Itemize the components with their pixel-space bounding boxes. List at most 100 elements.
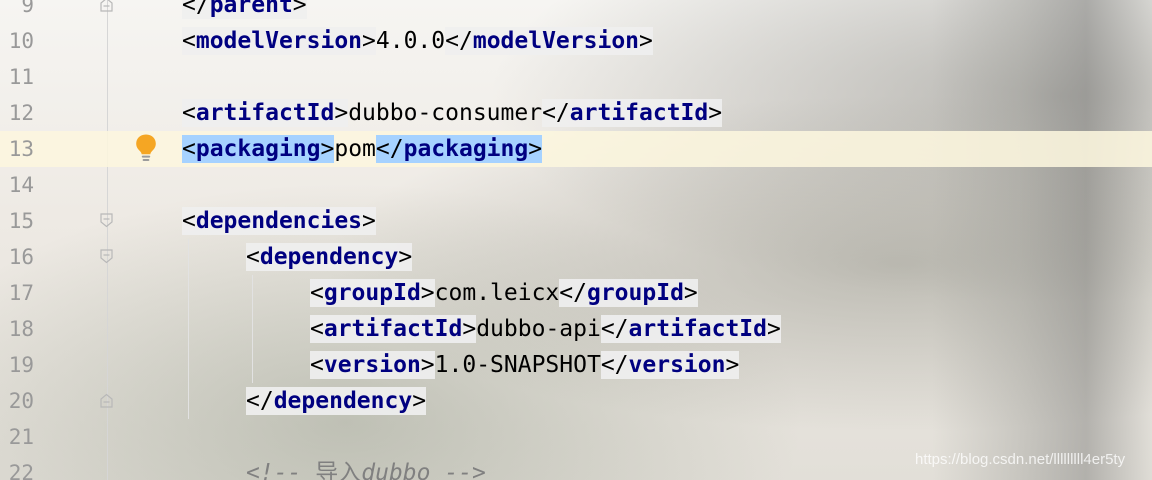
code-bracket: > xyxy=(362,27,376,55)
code-line[interactable]: 12 <artifactId>dubbo-consumer</artifactI… xyxy=(0,95,1152,131)
code-comment: <!-- 导入dubbo --> xyxy=(246,455,486,480)
code-bracket: > xyxy=(398,243,413,271)
code-bracket: < xyxy=(310,315,324,343)
code-bracket: > xyxy=(767,315,781,343)
xml-tag-name: version xyxy=(628,351,726,379)
indent-guide xyxy=(252,275,253,383)
code-line[interactable]: 18 <artifactId>dubbo-api</artifactId> xyxy=(0,311,1152,347)
code-bracket: > xyxy=(320,135,335,163)
code-bracket: > xyxy=(412,387,427,415)
xml-value: dubbo-consumer xyxy=(348,100,543,126)
line-number: 21 xyxy=(8,425,34,449)
code-bracket: > xyxy=(420,351,435,379)
code-bracket: </ xyxy=(445,27,473,55)
code-line[interactable]: 20 </dependency> xyxy=(0,383,1152,419)
comment-word: dubbo xyxy=(361,460,431,480)
xml-tag-name: artifactId xyxy=(569,99,709,127)
xml-value: 4.0.0 xyxy=(375,28,446,54)
fold-marker-icon[interactable] xyxy=(99,213,114,228)
line-number: 13 xyxy=(8,137,34,161)
comment-cjk-text: 导入 xyxy=(315,460,362,480)
comment-close: --> xyxy=(430,460,486,480)
code-bracket: < xyxy=(310,279,324,307)
xml-value: pom xyxy=(334,136,376,162)
code-bracket: > xyxy=(683,279,698,307)
line-number: 20 xyxy=(8,389,34,413)
code-text: <artifactId>dubbo-consumer</artifactId> xyxy=(182,95,723,131)
xml-tag-name: groupId xyxy=(586,279,684,307)
xml-tag-name: dependencies xyxy=(195,207,363,235)
code-bracket: > xyxy=(708,99,723,127)
fold-marker-icon[interactable] xyxy=(99,393,114,408)
line-number: 17 xyxy=(8,281,34,305)
code-text: <packaging>pom</packaging> xyxy=(182,131,543,167)
code-editor[interactable]: 9 </parent> 10 <modelVersion>4.0.0</mode… xyxy=(0,0,1152,480)
code-bracket: </ xyxy=(375,135,404,163)
code-bracket: > xyxy=(362,207,376,235)
code-line[interactable]: 19 <version>1.0-SNAPSHOT</version> xyxy=(0,347,1152,383)
fold-marker-icon[interactable] xyxy=(99,0,114,12)
code-bracket: > xyxy=(292,0,307,19)
code-text: <dependency> xyxy=(246,239,413,275)
xml-value: com.leicx xyxy=(434,280,560,306)
code-bracket: < xyxy=(182,135,196,163)
code-bracket: > xyxy=(639,27,653,55)
xml-tag-name: artifactId xyxy=(323,315,463,343)
code-text: </dependency> xyxy=(246,383,427,419)
line-number: 19 xyxy=(8,353,34,377)
code-text: <groupId>com.leicx</groupId> xyxy=(310,275,698,311)
code-bracket: </ xyxy=(559,279,587,307)
xml-tag-name: dependency xyxy=(259,243,399,271)
line-number: 14 xyxy=(8,173,34,197)
code-line[interactable]: 10 <modelVersion>4.0.0</modelVersion> xyxy=(0,23,1152,59)
code-line[interactable]: 15 <dependencies> xyxy=(0,203,1152,239)
line-number: 15 xyxy=(8,209,34,233)
line-number: 9 xyxy=(21,0,34,17)
comment-open: <!-- xyxy=(246,460,316,480)
xml-tag-name: artifactId xyxy=(195,99,335,127)
xml-tag-name: modelVersion xyxy=(472,27,640,55)
code-bracket: < xyxy=(182,27,196,55)
code-bracket: > xyxy=(334,99,349,127)
fold-marker-icon[interactable] xyxy=(99,249,114,264)
code-bracket: < xyxy=(246,243,260,271)
code-bracket: < xyxy=(182,99,196,127)
xml-tag-name: dependency xyxy=(273,387,413,415)
xml-tag-name: version xyxy=(323,351,421,379)
line-number: 10 xyxy=(8,29,34,53)
code-text: <modelVersion>4.0.0</modelVersion> xyxy=(182,23,653,59)
code-line[interactable]: 14 xyxy=(0,167,1152,203)
line-number: 16 xyxy=(8,245,34,269)
code-line[interactable]: 9 </parent> xyxy=(0,0,1152,23)
code-bracket: </ xyxy=(542,99,570,127)
xml-tag-name: groupId xyxy=(323,279,421,307)
xml-value: 1.0-SNAPSHOT xyxy=(434,352,601,378)
xml-tag-name: parent xyxy=(209,0,293,19)
code-line[interactable]: 16 <dependency> xyxy=(0,239,1152,275)
line-number: 12 xyxy=(8,101,34,125)
code-text: </parent> xyxy=(182,0,307,23)
code-bracket: < xyxy=(310,351,324,379)
xml-tag-name: packaging xyxy=(403,135,529,163)
xml-tag-name: packaging xyxy=(195,135,321,163)
xml-tag-name: artifactId xyxy=(628,315,768,343)
code-line[interactable]: 21 xyxy=(0,419,1152,455)
indent-guide xyxy=(188,239,189,419)
code-bracket: </ xyxy=(600,351,629,379)
code-bracket: </ xyxy=(182,0,210,19)
current-code-line[interactable]: 13 <packaging>pom</packaging> xyxy=(0,131,1152,167)
code-line[interactable]: 11 xyxy=(0,59,1152,95)
code-text: <artifactId>dubbo-api</artifactId> xyxy=(310,311,781,347)
code-bracket: </ xyxy=(600,315,629,343)
lightbulb-icon[interactable] xyxy=(134,133,158,163)
line-number: 18 xyxy=(8,317,34,341)
code-line[interactable]: 17 <groupId>com.leicx</groupId> xyxy=(0,275,1152,311)
code-bracket: > xyxy=(528,135,543,163)
xml-tag-name: modelVersion xyxy=(195,27,363,55)
code-bracket: </ xyxy=(246,387,274,415)
xml-value: dubbo-api xyxy=(476,316,601,342)
watermark: https://blog.csdn.net/lllllllll4er5ty xyxy=(915,451,1126,468)
code-bracket: > xyxy=(420,279,435,307)
code-text: <version>1.0-SNAPSHOT</version> xyxy=(310,347,740,383)
line-number: 22 xyxy=(8,461,34,480)
